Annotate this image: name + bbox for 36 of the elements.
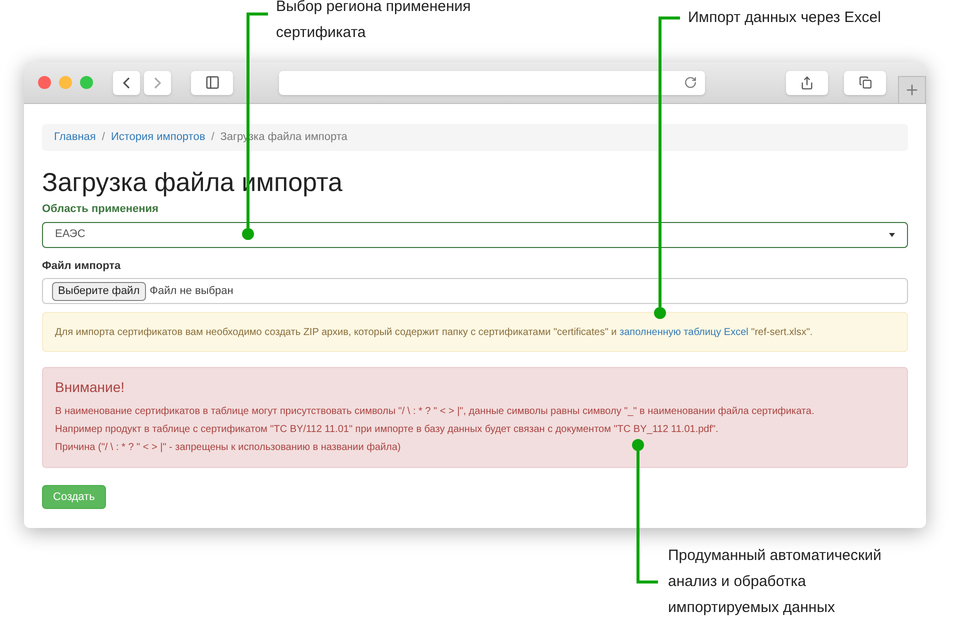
warning-text: Причина ("/ \ : * ? " < > |" - запрещены к использованию в названии файла) [55,441,402,455]
plus-icon [904,82,920,98]
callout-text: импортируемых данных [668,598,836,618]
sidebar-button[interactable] [191,70,233,94]
info-text: Для импорта сертификатов вам необходимо создать ZIP архив, который содержит папку с сертификатами "certificates" и заполненную таблицу Excel "ref-sert.xlsx". [55,326,813,340]
sidebar-icon [204,75,220,90]
field-label: Файл импорта [42,258,122,274]
breadcrumb-link[interactable]: Главная [54,129,96,146]
share-icon [800,76,814,90]
caret-icon [889,232,895,236]
region-select[interactable]: ЕАЭС [42,222,908,248]
file-status: Файл не выбран [150,284,234,299]
field-label: Область применения [42,202,160,217]
callout-text: Выбор региона применения [276,0,471,17]
breadcrumb-separator: / [210,130,216,146]
reload-icon[interactable] [684,76,697,89]
warning-text: Например продукт в таблице с сертификатом "TC BY/112 11.01" при импорте в базу данных будет связан с документом "TC BY_112 11.01.pdf". [55,423,720,437]
file-input[interactable]: Выберите файл Файл не выбран [42,278,908,304]
back-icon [123,76,130,88]
callout-text: Импорт данных через Excel [688,8,881,28]
excel-template-link[interactable]: заполненную таблицу Excel [620,326,748,338]
back-button[interactable] [113,70,140,94]
breadcrumb-link[interactable]: История импортов [110,129,206,146]
warning-heading: Внимание! [55,378,126,397]
choose-file-button[interactable]: Выберите файл [52,282,146,300]
create-button[interactable]: Создать [42,485,106,510]
tabs-button[interactable] [844,70,886,94]
share-button[interactable] [786,70,828,94]
callout-text: сертификата [276,23,367,43]
tabs-icon [858,76,872,89]
forward-icon [154,76,161,88]
breadcrumb-separator: / [100,130,106,146]
new-tab-button[interactable] [898,76,926,104]
callout-text: Продуманный автоматический [668,546,882,566]
callout-text: анализ и обработка [668,572,808,592]
warning-text: В наименование сертификатов в таблице могут присутствовать символы "/ \ : * ? " < > |", данные символы равны символу "_" в наименовании файла сертификата. [55,405,816,419]
